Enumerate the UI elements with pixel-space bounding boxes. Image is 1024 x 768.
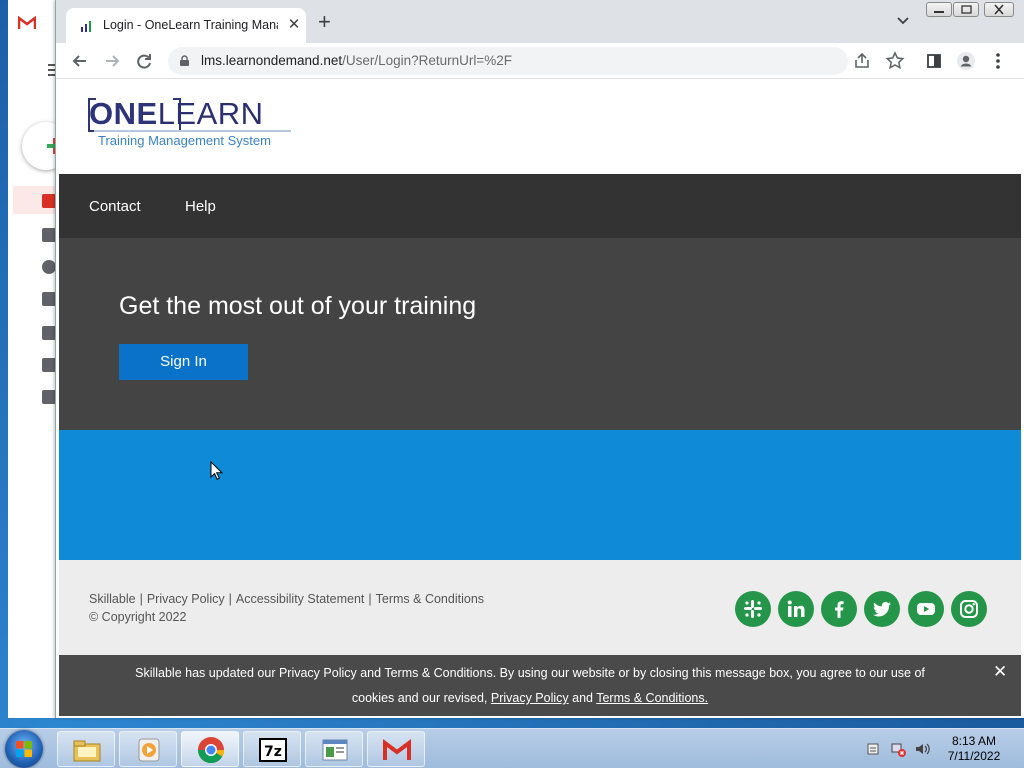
- share-icon[interactable]: [852, 51, 872, 71]
- start-button[interactable]: [5, 730, 43, 768]
- taskbar-app-window[interactable]: [305, 731, 363, 767]
- starred-icon[interactable]: [42, 228, 56, 242]
- nav-help-link[interactable]: Help: [185, 198, 216, 215]
- close-window-button[interactable]: [984, 2, 1014, 17]
- url-host: lms.learnondemand.net: [201, 53, 343, 68]
- cookie-message-line2: cookies and our revised, Privacy Policy …: [59, 691, 1001, 705]
- bookmark-star-icon[interactable]: [885, 51, 905, 71]
- back-icon[interactable]: [70, 51, 90, 71]
- copyright-text: © Copyright 2022: [89, 610, 187, 624]
- svg-text:7z: 7z: [264, 744, 282, 760]
- top-navbar: Contact Help: [59, 174, 1021, 238]
- hero-section: Get the most out of your training Sign I…: [59, 238, 1021, 430]
- sign-in-button[interactable]: Sign In: [119, 344, 248, 380]
- windows-logo-icon: [16, 741, 32, 757]
- tab-login[interactable]: Login - OneLearn Training Manag ✕: [66, 8, 306, 43]
- tab-close-icon[interactable]: ✕: [286, 17, 302, 33]
- side-panel-icon[interactable]: [924, 51, 944, 71]
- footer-link-accessibility[interactable]: Accessibility Statement: [236, 592, 365, 606]
- instagram-icon[interactable]: [951, 591, 987, 627]
- footer-link-skillable[interactable]: Skillable: [89, 592, 136, 606]
- slack-icon[interactable]: [735, 591, 771, 627]
- logo-underline: [94, 130, 291, 132]
- reload-icon[interactable]: [134, 51, 154, 71]
- footer: Skillable | Privacy Policy | Accessibility S…: [59, 560, 1021, 655]
- youtube-icon[interactable]: [908, 591, 944, 627]
- gmail-icon: [18, 16, 36, 29]
- footer-link-privacy[interactable]: Privacy Policy: [147, 592, 225, 606]
- blue-banner: [59, 430, 1021, 560]
- linkedin-icon[interactable]: [778, 591, 814, 627]
- cookie-message-prefix: cookies and our revised,: [351, 691, 491, 705]
- tab-title: Login - OneLearn Training Manag: [103, 18, 278, 32]
- onelearn-favicon-icon: [81, 21, 91, 32]
- cookie-and-text: and: [568, 691, 597, 705]
- media-player-icon: [138, 738, 160, 762]
- restore-button[interactable]: [953, 2, 979, 17]
- nav-contact-link[interactable]: Contact: [89, 198, 141, 215]
- footer-links: Skillable | Privacy Policy | Accessibility S…: [89, 592, 484, 606]
- hero-headline: Get the most out of your training: [119, 292, 477, 320]
- footer-separator: |: [228, 592, 232, 606]
- footer-link-terms[interactable]: Terms & Conditions: [376, 592, 484, 606]
- twitter-icon[interactable]: [864, 591, 900, 627]
- minimize-button[interactable]: [926, 2, 952, 17]
- important-icon[interactable]: [42, 292, 56, 306]
- cookie-terms-link[interactable]: Terms & Conditions.: [596, 691, 708, 705]
- inbox-icon[interactable]: [42, 194, 56, 208]
- url-text: lms.learnondemand.net/User/Login?ReturnU…: [201, 53, 512, 68]
- gmail-icon: [383, 739, 411, 760]
- taskbar-gmail[interactable]: [367, 731, 425, 767]
- taskbar-7zip[interactable]: 7z: [243, 731, 301, 767]
- address-bar[interactable]: lms.learnondemand.net/User/Login?ReturnU…: [168, 47, 848, 75]
- facebook-icon[interactable]: [821, 591, 857, 627]
- lock-icon[interactable]: [180, 55, 189, 66]
- logo-wordmark: ONELEARN: [89, 96, 264, 132]
- taskbar-file-explorer[interactable]: [57, 731, 115, 767]
- cookie-privacy-link[interactable]: Privacy Policy: [491, 691, 569, 705]
- logo-word-learn: LEARN: [157, 96, 264, 131]
- browser-window: Login - OneLearn Training Manag ✕ + lms.…: [55, 0, 1024, 718]
- volume-icon[interactable]: [914, 741, 930, 757]
- 7zip-icon: 7z: [259, 738, 287, 762]
- cookie-message-line1: Skillable has updated our Privacy Policy…: [135, 666, 925, 680]
- taskbar-chrome[interactable]: [181, 731, 239, 767]
- clock-time: 8:13 AM: [951, 734, 997, 748]
- taskbar: 7z 8:13 AM 7/11/2022: [0, 728, 1024, 768]
- onelearn-logo[interactable]: ONELEARN Training Management System: [88, 96, 299, 156]
- more-options-icon[interactable]: [988, 51, 1008, 71]
- app-window-icon: [322, 739, 348, 761]
- cookie-close-icon[interactable]: ✕: [993, 663, 1007, 681]
- snoozed-icon[interactable]: [42, 260, 56, 274]
- new-tab-button[interactable]: +: [318, 11, 331, 33]
- chrome-icon: [197, 737, 225, 764]
- profile-avatar-icon[interactable]: [956, 51, 976, 71]
- logo-word-one: ONE: [89, 96, 158, 131]
- mouse-cursor-icon: [210, 461, 223, 480]
- url-path: /User/Login?ReturnUrl=%2F: [342, 53, 513, 68]
- page-content: ONELEARN Training Management System Cont…: [59, 80, 1021, 716]
- cookie-banner: Skillable has updated our Privacy Policy…: [59, 655, 1021, 716]
- clock-date: 7/11/2022: [947, 749, 1001, 763]
- system-clock[interactable]: 8:13 AM 7/11/2022: [942, 734, 1006, 764]
- logo-tagline: Training Management System: [98, 133, 271, 148]
- footer-separator: |: [139, 592, 143, 606]
- browser-toolbar: lms.learnondemand.net/User/Login?ReturnU…: [56, 43, 1024, 79]
- footer-separator: |: [368, 592, 372, 606]
- drafts-icon[interactable]: [42, 358, 56, 372]
- label-icon[interactable]: [42, 390, 56, 404]
- network-warning-icon[interactable]: [890, 741, 906, 757]
- file-explorer-icon: [73, 740, 101, 762]
- chevron-down-icon[interactable]: [896, 16, 910, 26]
- forward-icon[interactable]: [102, 51, 122, 71]
- taskbar-media-player[interactable]: [119, 731, 177, 767]
- action-center-icon[interactable]: [866, 741, 882, 757]
- tab-strip: Login - OneLearn Training Manag ✕ +: [56, 0, 1024, 43]
- sent-icon[interactable]: [42, 326, 56, 340]
